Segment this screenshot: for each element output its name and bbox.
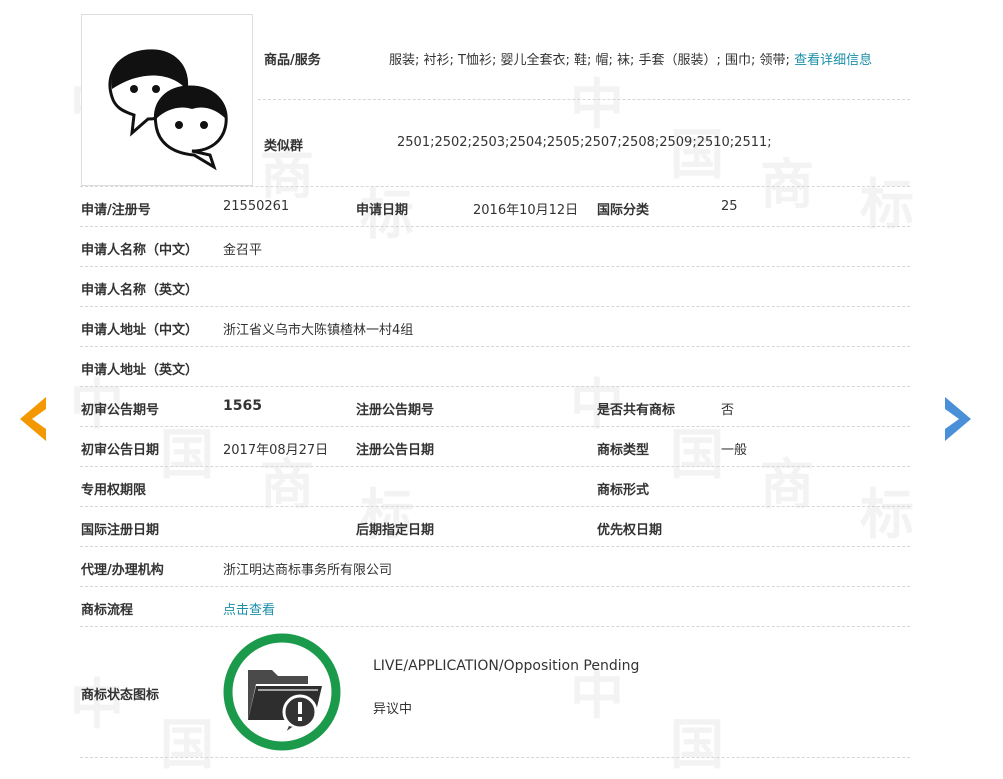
prelim-date-value: 2017年08月27日 [223,443,329,458]
address-cn-value: 浙江省义乌市大陈镇楂林一村4组 [223,323,414,338]
apply-date-value: 2016年10月12日 [473,203,579,218]
divider [80,306,910,307]
priority-date-label: 优先权日期 [597,523,663,538]
apply-date-label: 申请日期 [356,203,409,218]
address-en-label: 申请人地址（英文） [81,363,199,378]
flow-label: 商标流程 [81,603,134,618]
next-arrow-icon[interactable] [943,395,975,443]
intl-class-value: 25 [721,199,738,214]
two-faces-chat-icon [108,49,228,171]
later-date-label: 后期指定日期 [356,523,435,538]
tm-type-value: 一般 [721,443,748,458]
address-cn-label: 申请人地址（中文） [81,323,199,338]
divider [80,466,910,467]
divider [80,426,910,427]
goods-value: 服装; 衬衫; T恤衫; 婴儿全套衣; 鞋; 帽; 袜; 手套（服装）; 围巾;… [389,49,872,68]
prev-arrow-icon[interactable] [16,395,48,443]
intl-reg-date-label: 国际注册日期 [81,523,160,538]
shared-label: 是否共有商标 [597,403,676,418]
goods-detail-link[interactable]: 查看详细信息 [794,53,872,68]
prelim-issue-label: 初审公告期号 [81,403,160,418]
tm-form-label: 商标形式 [597,483,650,498]
watermark: 商 [760,453,814,516]
watermark: 国 [160,713,214,776]
prelim-issue-value: 1565 [223,398,262,414]
watermark: 商 [760,153,814,216]
watermark: 国 [160,423,214,486]
status-badge [222,632,342,752]
divider [80,626,910,627]
reg-date-label: 注册公告日期 [356,443,435,458]
goods-list: 服装; 衬衫; T恤衫; 婴儿全套衣; 鞋; 帽; 袜; 手套（服装）; 围巾;… [389,53,790,68]
agent-value: 浙江明达商标事务所有限公司 [223,563,393,578]
reg-no-value: 21550261 [223,199,290,214]
status-label: 商标状态图标 [81,688,160,703]
divider [80,266,910,267]
divider [80,546,910,547]
watermark: 标 [860,483,914,546]
prelim-date-label: 初审公告日期 [81,443,160,458]
status-cn: 异议中 [373,702,413,717]
divider [80,186,910,187]
intl-class-label: 国际分类 [597,203,650,218]
trademark-image [81,14,253,186]
divider [80,757,910,758]
status-en: LIVE/APPLICATION/Opposition Pending [373,658,640,674]
divider [258,99,910,100]
divider [80,586,910,587]
divider [80,226,910,227]
watermark: 标 [860,173,914,236]
divider [80,506,910,507]
applicant-en-label: 申请人名称（英文） [81,283,199,298]
divider [80,386,910,387]
applicant-cn-value: 金召平 [223,243,263,258]
tm-type-label: 商标类型 [597,443,650,458]
shared-value: 否 [721,403,735,418]
goods-label: 商品/服务 [264,53,321,68]
similar-group-value: 2501;2502;2503;2504;2505;2507;2508;2509;… [397,135,772,150]
agent-label: 代理/办理机构 [81,563,164,578]
applicant-cn-label: 申请人名称（中文） [81,243,199,258]
watermark: 国 [670,713,724,776]
reg-no-label: 申请/注册号 [81,203,151,218]
divider [80,346,910,347]
similar-group-label: 类似群 [264,139,304,154]
reg-issue-label: 注册公告期号 [356,403,435,418]
folder-alert-icon [223,633,341,751]
watermark: 国 [670,423,724,486]
exclusive-period-label: 专用权期限 [81,483,147,498]
flow-link[interactable]: 点击查看 [223,599,275,618]
